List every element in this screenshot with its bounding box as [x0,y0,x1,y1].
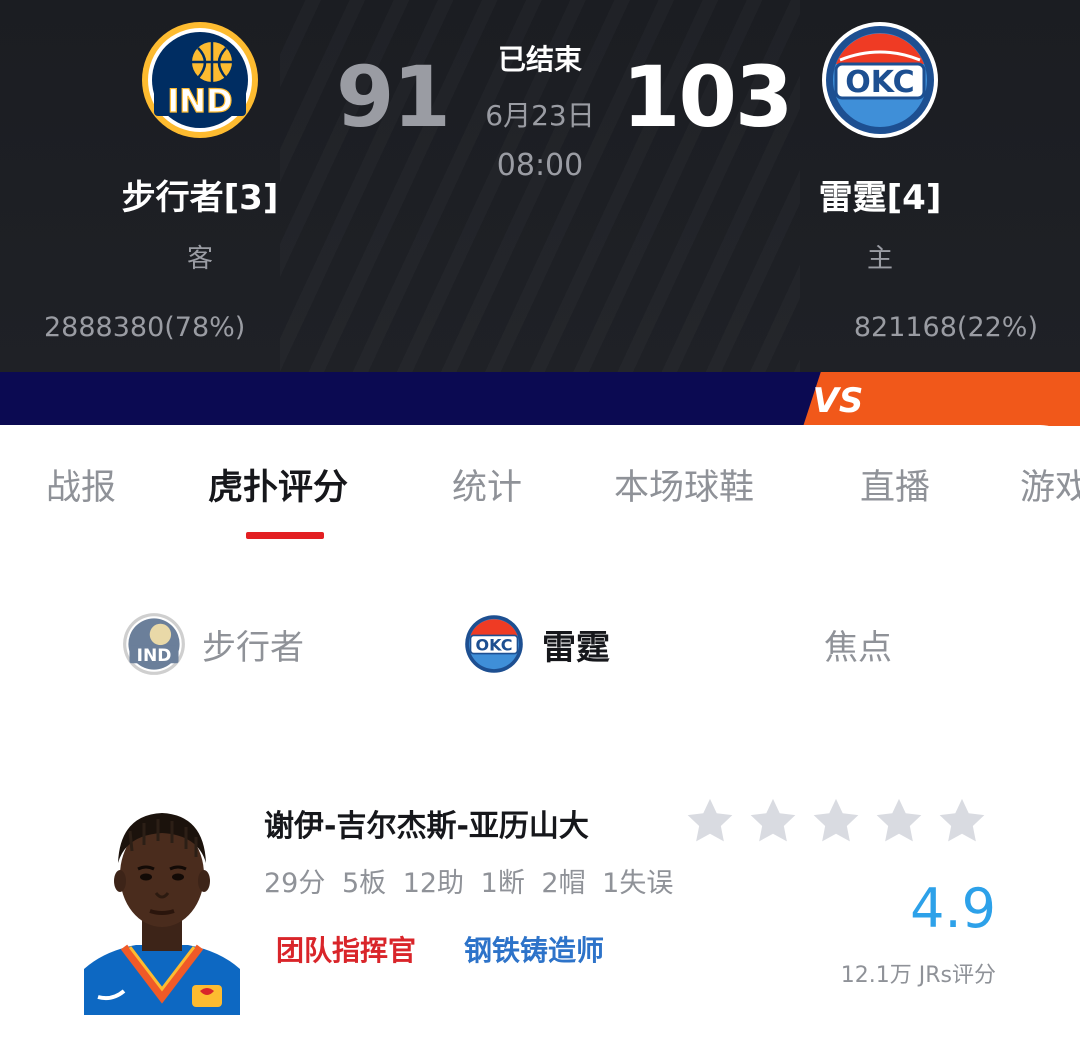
svg-text:OKC: OKC [845,65,914,100]
svg-text:IND: IND [137,646,172,666]
support-vote-bar[interactable] [0,372,1080,426]
tab-stats[interactable]: 统计 [452,459,522,510]
away-support-bar[interactable] [0,372,842,426]
okc-logo-icon: OKC [463,613,525,675]
star-1-icon[interactable] [684,795,736,847]
tab-bar: 战报 虎扑评分 统计 本场球鞋 直播 游戏 [0,459,1080,519]
ind-logo-icon[interactable]: IND [140,20,260,140]
tab-report[interactable]: 战报 [46,459,116,510]
average-rating: 4.9 [910,877,996,940]
vs-icon: VS [813,381,864,421]
star-5-icon[interactable] [936,795,988,847]
home-score: 103 [622,48,793,146]
svg-text:IND: IND [167,82,232,120]
player-tag-commander[interactable]: 团队指挥官 [276,929,416,969]
game-status: 已结束 [497,43,582,76]
home-support-count: 821168(22%) [853,312,1038,343]
active-tab-indicator [246,532,324,539]
star-3-icon[interactable] [810,795,862,847]
game-time: 08:00 [496,148,584,183]
player-name[interactable]: 谢伊-吉尔杰斯-亚历山大 [264,801,589,845]
svg-text:VS: VS [813,381,864,421]
rating-count: 12.1万 JRs评分 [840,963,996,988]
home-team-name[interactable]: 雷霆[4] [760,170,1000,219]
home-side-label: 主 [866,244,893,274]
star-4-icon[interactable] [873,795,925,847]
filter-thunder[interactable]: OKC 雷霆 [462,611,610,677]
game-date: 6月23日 [485,99,595,132]
tab-game-shoes[interactable]: 本场球鞋 [614,459,754,510]
away-support-count: 2888380(78%) [44,312,246,343]
filter-focus[interactable]: 焦点 [824,611,892,677]
player-stat-line: 29分 5板 12助 1断 2帽 1失误 [264,868,674,899]
filter-label: 焦点 [824,627,892,668]
svg-text:OKC: OKC [475,635,512,654]
scoreboard-header: IND OKC 91 已结束 6月23日 08:00 103 步行者[3] 雷霆… [0,0,1080,372]
tab-games[interactable]: 游戏 [1020,459,1080,510]
content-card: 战报 虎扑评分 统计 本场球鞋 直播 游戏 IND 步行者 OKC 雷霆 焦点 … [0,425,1080,1063]
star-rating-input[interactable] [684,795,999,855]
ind-logo-icon: IND [123,613,185,675]
away-side-label: 客 [186,244,213,274]
okc-logo-icon[interactable]: OKC [820,20,940,140]
player-avatar[interactable] [84,801,240,1015]
away-score: 91 [336,48,451,146]
filter-label: 雷霆 [542,627,610,668]
filter-pacers[interactable]: IND 步行者 [122,611,304,677]
away-team-name[interactable]: 步行者[3] [80,170,320,219]
tab-hupu-rating[interactable]: 虎扑评分 [208,459,348,510]
team-filter-bar: IND 步行者 OKC 雷霆 焦点 [0,611,1080,681]
tab-live[interactable]: 直播 [860,459,930,510]
filter-label: 步行者 [202,627,304,668]
player-rating-row[interactable]: 谢伊-吉尔杰斯-亚历山大 29分 5板 12助 1断 2帽 1失误 团队指挥官 … [0,795,1080,1025]
star-2-icon[interactable] [747,795,799,847]
player-tag-ironman[interactable]: 钢铁铸造师 [464,929,604,969]
